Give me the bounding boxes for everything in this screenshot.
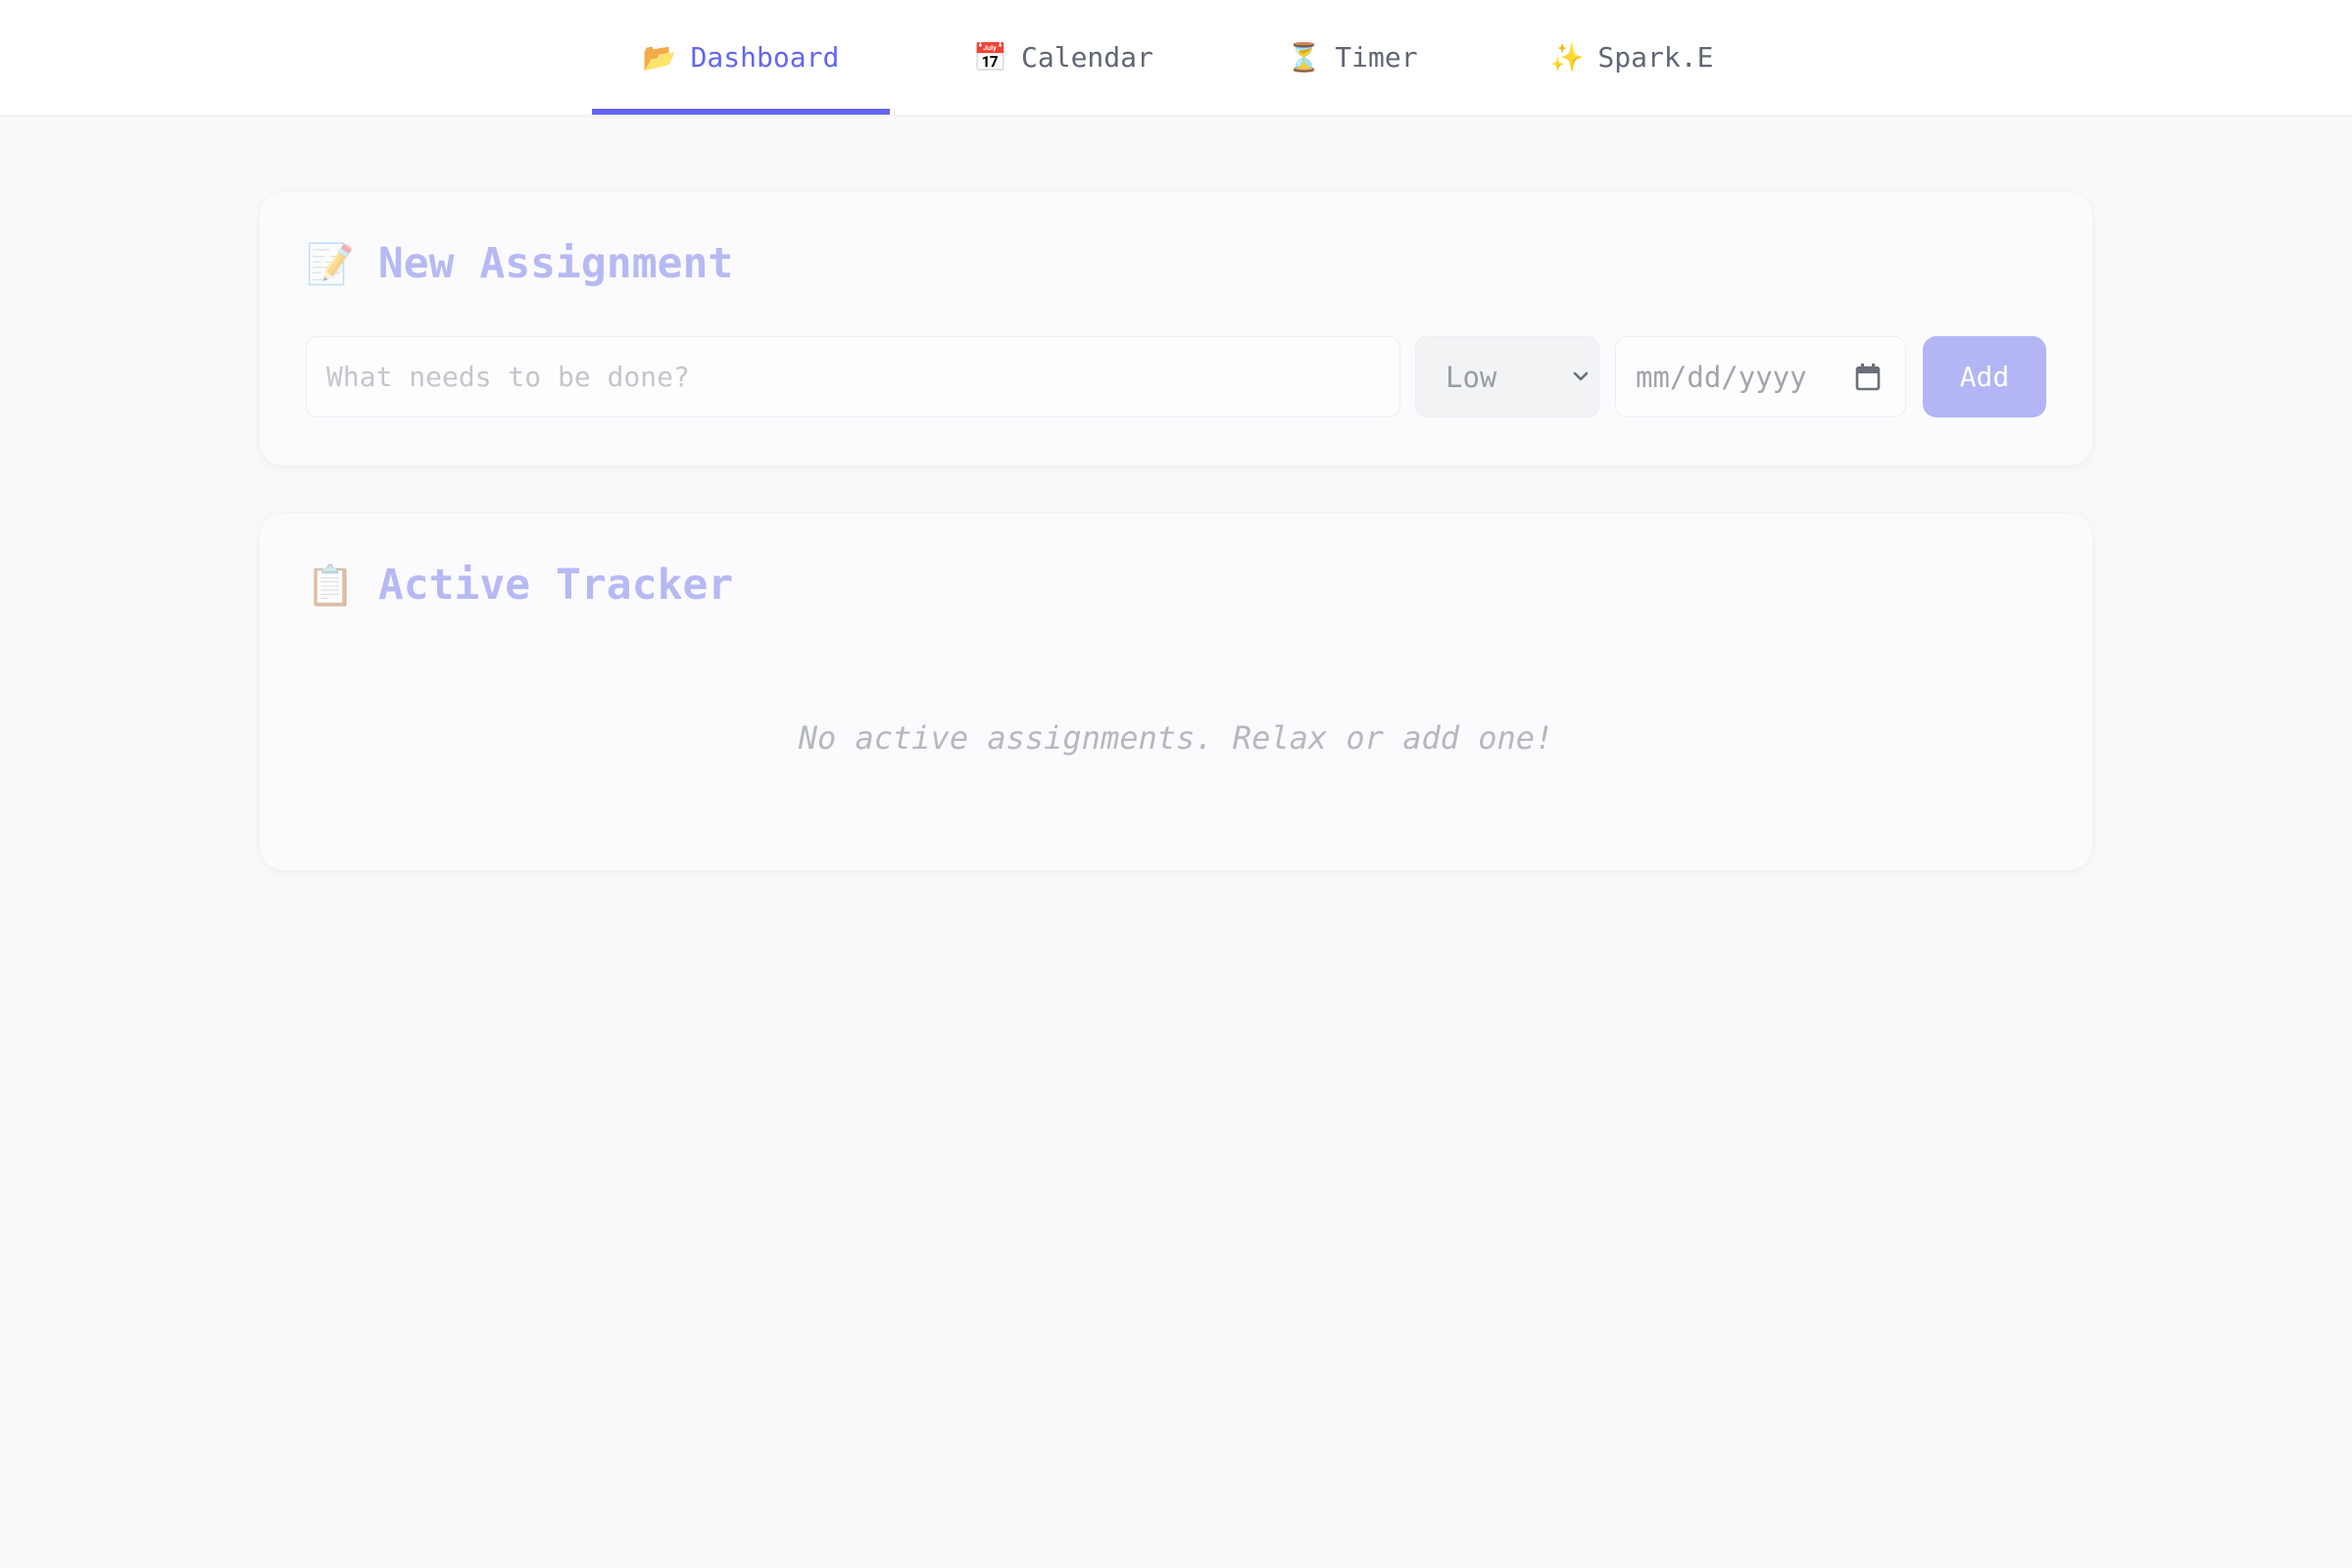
priority-selected-value: Low	[1446, 360, 1497, 394]
empty-state-message: No active assignments. Relax or add one!	[798, 719, 1554, 757]
new-assignment-card: 📝 New Assignment Low mm/dd/yyyy Add	[260, 192, 2092, 466]
date-placeholder: mm/dd/yyyy	[1636, 360, 1807, 394]
active-tracker-title: 📋 Active Tracker	[306, 556, 733, 614]
tab-spark-e[interactable]: ✨ Spark.E	[1509, 0, 1754, 115]
open-folder-icon: 📂	[642, 41, 677, 74]
tab-label: Timer	[1335, 41, 1418, 74]
tab-label: Spark.E	[1597, 41, 1714, 74]
clipboard-icon: 📋	[306, 563, 355, 609]
new-assignment-title: 📝 New Assignment	[306, 234, 733, 293]
due-date-input[interactable]: mm/dd/yyyy	[1615, 336, 1906, 417]
active-tracker-card: 📋 Active Tracker No active assignments. …	[260, 514, 2092, 870]
hourglass-icon: ⏳	[1287, 41, 1322, 74]
calendar-picker-icon[interactable]	[1854, 363, 1882, 392]
add-button[interactable]: Add	[1923, 336, 2046, 417]
tab-timer[interactable]: ⏳ Timer	[1254, 0, 1450, 115]
calendar-icon: 📅	[973, 41, 1007, 74]
sparkles-icon: ✨	[1549, 41, 1585, 74]
priority-select[interactable]: Low	[1415, 336, 1599, 417]
task-input[interactable]	[306, 336, 1400, 417]
card-title-text: New Assignment	[377, 239, 734, 288]
tab-label: Calendar	[1021, 41, 1153, 74]
top-nav: 📂 Dashboard 📅 Calendar ⏳ Timer ✨ Spark.E	[0, 0, 2352, 116]
tab-label: Dashboard	[690, 41, 840, 74]
memo-icon: 📝	[306, 241, 355, 287]
tab-calendar[interactable]: 📅 Calendar	[941, 0, 1186, 115]
tab-dashboard[interactable]: 📂 Dashboard	[592, 0, 890, 115]
card-title-text: Active Tracker	[377, 561, 734, 610]
chevron-down-icon	[1573, 371, 1589, 381]
